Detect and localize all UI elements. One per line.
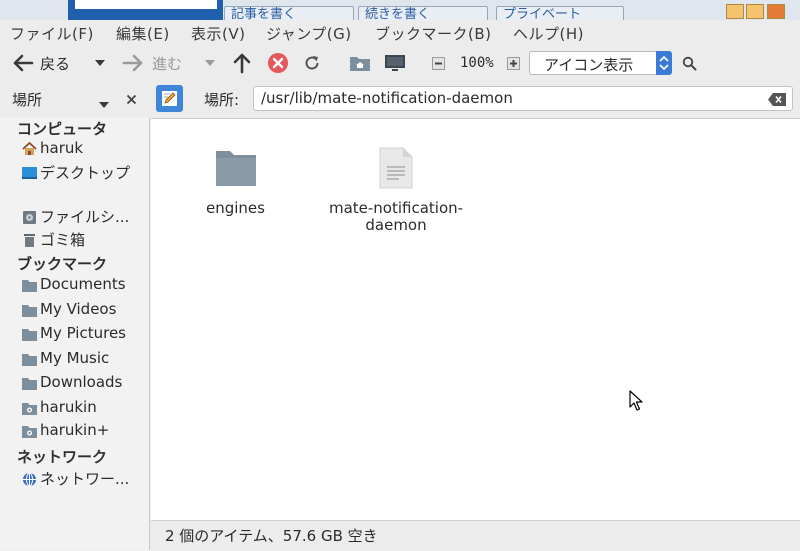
search-button[interactable] xyxy=(682,46,697,80)
sidebar-item-downloads[interactable]: Downloads xyxy=(22,371,147,393)
folder-icon xyxy=(22,376,37,390)
computer-button[interactable] xyxy=(384,46,406,80)
zoom-in-icon xyxy=(507,56,520,70)
sidebar-header: 場所 xyxy=(0,80,150,118)
network-folder-icon xyxy=(22,401,37,415)
forward-button[interactable]: 進む xyxy=(122,46,182,80)
network-folder-icon xyxy=(22,424,37,438)
mouse-pointer-icon xyxy=(629,390,643,416)
toggle-location-edit-button[interactable] xyxy=(156,85,183,112)
desktop-icon xyxy=(22,166,37,179)
file-item-mate-notification-daemon[interactable]: mate-notification- daemon xyxy=(326,147,466,234)
close-sidebar-icon[interactable] xyxy=(126,91,137,109)
reload-icon xyxy=(303,54,321,72)
places-sidebar: コンピュータ haruk デスクトップ ファイルシ... ゴミ箱 ブックマーク … xyxy=(0,118,150,550)
file-manager-window: ファイル(F) 編集(E) 表示(V) ジャンプ(G) ブックマーク(B) ヘル… xyxy=(0,20,800,551)
menu-edit[interactable]: 編集(E) xyxy=(116,23,170,44)
view-mode-value: アイコン表示 xyxy=(544,56,634,74)
monitor-icon xyxy=(384,53,406,73)
back-arrow-icon xyxy=(12,53,34,73)
sidebar-item-home[interactable]: haruk xyxy=(22,137,147,159)
back-history-dropdown[interactable] xyxy=(94,46,106,80)
folder-icon xyxy=(22,327,37,341)
home-folder-icon xyxy=(349,53,371,73)
sidebar-heading-computer: コンピュータ xyxy=(17,120,108,138)
updown-chevron-icon xyxy=(656,51,672,75)
zoom-in-button[interactable] xyxy=(507,46,520,80)
background-maximize-icon[interactable] xyxy=(746,4,764,19)
location-path: /usr/lib/mate-notification-daemon xyxy=(261,89,513,107)
sidebar-type-dropdown-icon[interactable] xyxy=(98,95,110,113)
sidebar-item-trash[interactable]: ゴミ箱 xyxy=(22,228,147,250)
folder-icon xyxy=(22,278,37,292)
sidebar-heading-network: ネットワーク xyxy=(17,448,108,466)
sidebar-title: 場所 xyxy=(12,91,43,109)
menubar: ファイル(F) 編集(E) 表示(V) ジャンプ(G) ブックマーク(B) ヘル… xyxy=(0,20,800,44)
status-text: 2 個のアイテム、57.6 GB 空き xyxy=(165,527,378,545)
background-minimize-icon[interactable] xyxy=(726,4,744,19)
network-icon xyxy=(22,472,37,486)
location-label: 場所: xyxy=(204,91,240,109)
reload-button[interactable] xyxy=(303,46,321,80)
zoom-out-icon xyxy=(432,56,445,70)
toolbar: 戻る 進む 100% アイコン表示 xyxy=(0,46,800,80)
large-folder-icon xyxy=(183,149,288,191)
forward-arrow-icon xyxy=(122,53,144,73)
file-name: engines xyxy=(206,199,265,217)
sidebar-item-desktop[interactable]: デスクトップ xyxy=(22,161,147,183)
file-name-line-1: mate-notification- xyxy=(328,199,464,217)
menu-file[interactable]: ファイル(F) xyxy=(10,23,94,44)
background-window-panel-inner xyxy=(75,0,217,9)
pencil-icon xyxy=(161,90,178,111)
drive-icon xyxy=(22,210,37,224)
file-item-engines[interactable]: engines xyxy=(183,149,288,217)
sidebar-item-my-pictures[interactable]: My Pictures xyxy=(22,322,147,344)
sidebar-item-network[interactable]: ネットワー... xyxy=(22,467,147,489)
view-mode-select[interactable]: アイコン表示 xyxy=(529,51,672,75)
back-label: 戻る xyxy=(40,54,71,73)
sidebar-item-filesystem[interactable]: ファイルシ... xyxy=(22,205,147,227)
zoom-level[interactable]: 100% xyxy=(460,46,494,80)
sidebar-item-harukin[interactable]: harukin xyxy=(22,396,147,418)
forward-history-dropdown[interactable] xyxy=(204,46,216,80)
home-folder-button[interactable] xyxy=(349,46,371,80)
folder-icon xyxy=(22,303,37,317)
search-icon xyxy=(682,56,697,71)
home-icon xyxy=(22,141,37,155)
background-close-icon[interactable] xyxy=(767,4,785,19)
file-view: engines mate-notification- daemon xyxy=(151,118,800,521)
back-button[interactable]: 戻る xyxy=(12,46,70,80)
up-button[interactable] xyxy=(232,46,252,80)
sidebar-item-my-music[interactable]: My Music xyxy=(22,347,147,369)
document-icon xyxy=(326,147,466,191)
folder-icon xyxy=(22,352,37,366)
sidebar-item-my-videos[interactable]: My Videos xyxy=(22,298,147,320)
statusbar: 2 個のアイテム、57.6 GB 空き xyxy=(151,520,800,551)
menu-go[interactable]: ジャンプ(G) xyxy=(266,23,352,44)
stop-icon xyxy=(267,52,289,74)
up-arrow-icon xyxy=(232,52,252,74)
file-name-line-2: daemon xyxy=(365,216,427,234)
sidebar-heading-bookmarks: ブックマーク xyxy=(17,255,108,273)
clear-text-icon[interactable] xyxy=(768,92,786,110)
sidebar-item-harukin-plus[interactable]: harukin+ xyxy=(22,419,147,441)
menu-bookmarks[interactable]: ブックマーク(B) xyxy=(375,23,492,44)
menu-help[interactable]: ヘルプ(H) xyxy=(513,23,584,44)
forward-label: 進む xyxy=(152,54,183,73)
stop-button[interactable] xyxy=(267,46,289,80)
location-input[interactable]: /usr/lib/mate-notification-daemon xyxy=(253,86,793,111)
zoom-out-button[interactable] xyxy=(432,46,445,80)
trash-icon xyxy=(22,233,37,247)
menu-view[interactable]: 表示(V) xyxy=(191,23,245,44)
sidebar-item-documents[interactable]: Documents xyxy=(22,273,147,295)
